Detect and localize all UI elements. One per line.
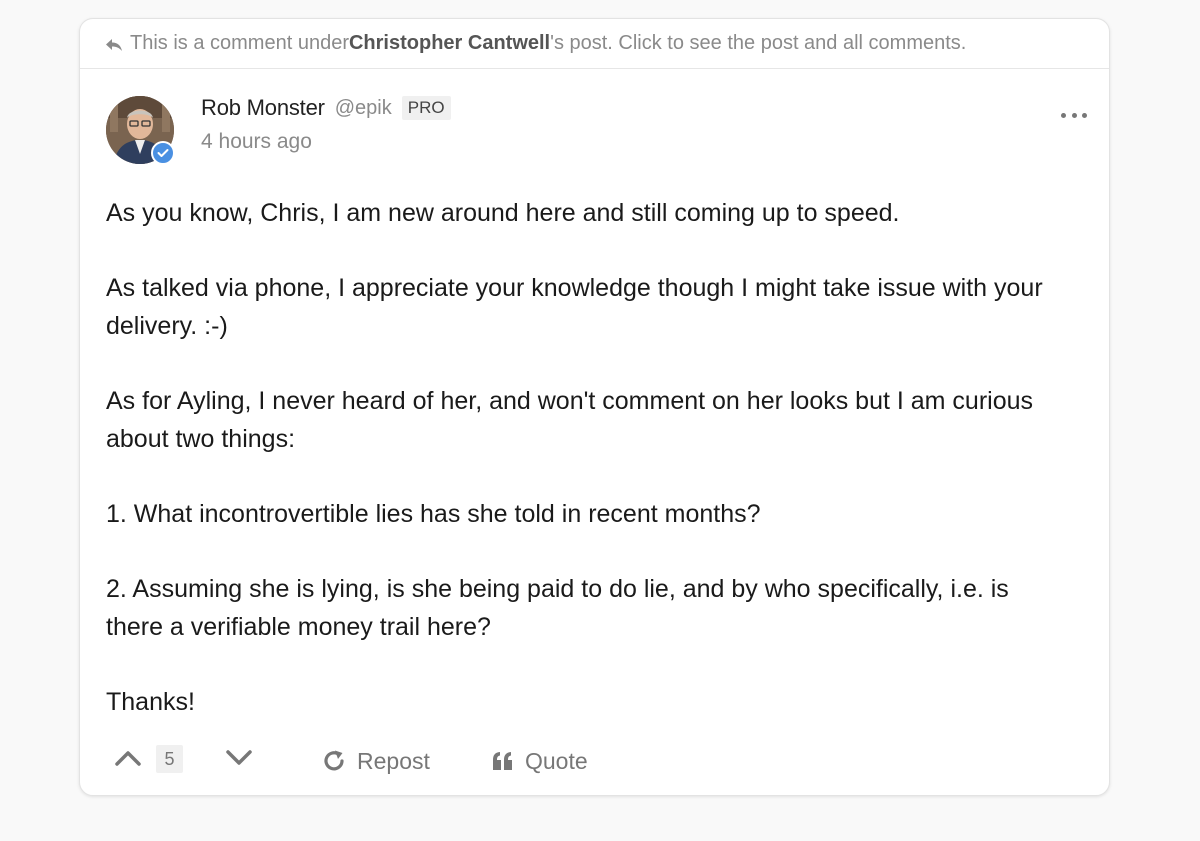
chevron-up-icon xyxy=(115,751,141,766)
author-name[interactable]: Rob Monster xyxy=(201,95,325,121)
repost-label: Repost xyxy=(357,747,430,774)
comment-paragraph: 2. Assuming she is lying, is she being p… xyxy=(106,575,1009,641)
verified-check-icon xyxy=(151,141,175,165)
parent-post-author[interactable]: Christopher Cantwell xyxy=(349,32,550,55)
author-row: Rob Monster @epik PRO xyxy=(201,95,451,121)
author-handle[interactable]: @epik xyxy=(335,97,392,120)
comment-paragraph: As you know, Chris, I am new around here… xyxy=(106,199,900,227)
chevron-down-icon xyxy=(226,750,252,765)
comment-paragraph: Thanks! xyxy=(106,688,195,716)
parent-post-link[interactable]: This is a comment under Christopher Cant… xyxy=(80,19,1109,69)
comment-card: This is a comment under Christopher Cant… xyxy=(79,18,1110,796)
more-dots-icon[interactable] xyxy=(1061,105,1087,125)
comment-paragraph: As for Ayling, I never heard of her, and… xyxy=(106,387,1034,453)
comment-paragraph: 1. What incontrovertible lies has she to… xyxy=(106,500,761,528)
quote-label: Quote xyxy=(525,747,588,774)
upvote-button[interactable] xyxy=(114,747,142,769)
reply-arrow-icon xyxy=(104,36,124,52)
comment-body: As you know, Chris, I am new around here… xyxy=(106,194,1066,758)
context-suffix: 's post. Click to see the post and all c… xyxy=(550,32,967,54)
pro-badge: PRO xyxy=(401,96,451,120)
downvote-button[interactable] xyxy=(225,747,253,769)
vote-score: 5 xyxy=(156,745,183,773)
context-prefix: This is a comment under xyxy=(130,32,349,54)
quote-icon xyxy=(493,752,512,770)
comment-timestamp[interactable]: 4 hours ago xyxy=(201,130,312,154)
comment-paragraph: As talked via phone, I appreciate your k… xyxy=(106,274,1043,340)
repost-button[interactable]: Repost xyxy=(321,739,430,783)
comment-actions: 5 Repost Quote xyxy=(80,739,1109,783)
repost-icon xyxy=(324,750,344,771)
quote-button[interactable]: Quote xyxy=(491,739,588,783)
